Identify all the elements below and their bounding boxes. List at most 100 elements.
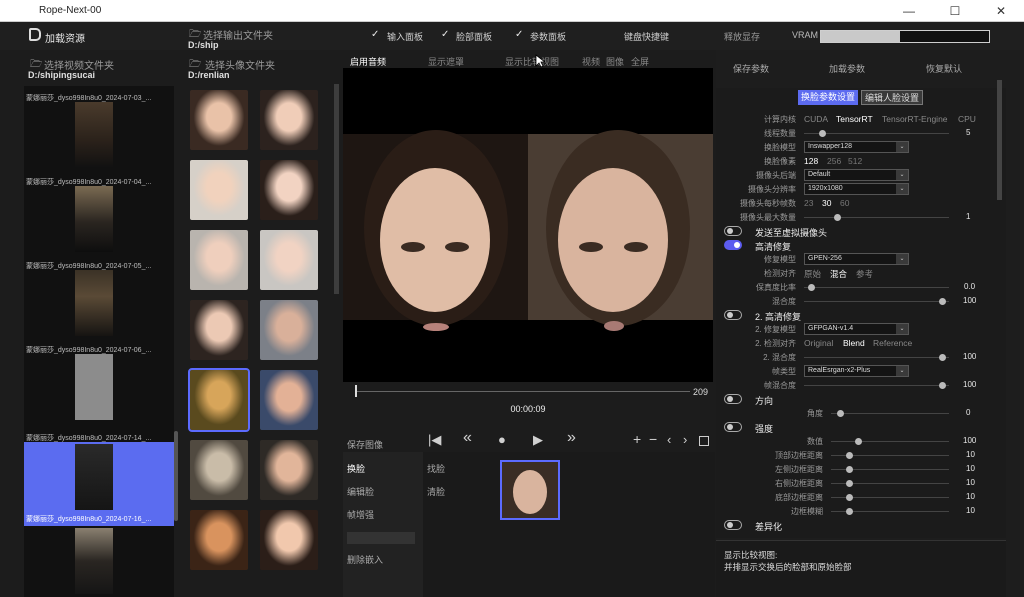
play-icon[interactable]: ▶ — [533, 432, 543, 448]
tab-video[interactable]: 视频 — [582, 55, 600, 68]
face-thumbnail[interactable] — [190, 510, 248, 570]
timeline-slider[interactable]: 209 — [343, 382, 713, 402]
param-panel-check-icon[interactable]: ✓ — [515, 29, 523, 40]
mode-frame-enhance[interactable]: 帧增强 — [347, 508, 374, 521]
tab-image[interactable]: 图像 — [606, 55, 624, 68]
amount-slider[interactable] — [831, 438, 949, 445]
tab-edit-face[interactable]: 编辑人脸设置 — [861, 90, 924, 105]
pixels-256[interactable]: 256 — [827, 156, 841, 166]
slider-knob[interactable] — [855, 438, 862, 445]
restore-model-select[interactable]: GPEN-256 ⌄ — [804, 253, 909, 265]
restore2-toggle[interactable] — [724, 310, 742, 320]
fidelity-slider[interactable] — [804, 284, 949, 291]
tab-enable-audio[interactable]: 启用音频 — [350, 55, 386, 68]
angle-slider[interactable] — [831, 410, 949, 417]
restore-toggle[interactable] — [724, 240, 742, 250]
video-item[interactable] — [24, 526, 174, 597]
align-reference[interactable]: 参考 — [856, 268, 873, 280]
cam-backend-select[interactable]: Default ⌄ — [804, 169, 909, 181]
bottom-border-slider[interactable] — [831, 494, 949, 501]
remove-marker-icon[interactable]: − — [649, 431, 657, 447]
compute-cuda[interactable]: CUDA — [804, 114, 828, 124]
found-face-thumbnail[interactable] — [500, 460, 560, 520]
close-button[interactable]: ✕ — [978, 0, 1024, 22]
slider-knob[interactable] — [834, 214, 841, 221]
restore-defaults-button[interactable]: 恢复默认 — [926, 62, 962, 75]
input-panel-check-icon[interactable]: ✓ — [371, 29, 379, 40]
rewind-icon[interactable]: « — [463, 429, 472, 447]
strength-toggle[interactable] — [724, 422, 742, 432]
timeline-handle[interactable] — [355, 385, 357, 397]
face-thumbnail[interactable] — [190, 440, 248, 500]
tab-fullscreen[interactable]: 全屏 — [631, 55, 649, 68]
load-params-button[interactable]: 加载参数 — [829, 62, 865, 75]
right-border-slider[interactable] — [831, 480, 949, 487]
face-thumbnail[interactable] — [260, 510, 318, 570]
minimize-button[interactable]: — — [886, 0, 932, 22]
tab-show-mask[interactable]: 显示遮罩 — [428, 55, 464, 68]
slider-knob[interactable] — [846, 480, 853, 487]
find-face-button[interactable]: 找脸 — [427, 462, 445, 475]
face-thumbnail[interactable] — [260, 160, 318, 220]
fps-60[interactable]: 60 — [840, 198, 849, 208]
slider-knob[interactable] — [846, 494, 853, 501]
slider-knob[interactable] — [808, 284, 815, 291]
load-resources-button[interactable]: 加载资源 — [45, 30, 85, 45]
face-thumbnail[interactable] — [260, 300, 318, 360]
face-thumbnail[interactable] — [190, 230, 248, 290]
slider-knob[interactable] — [846, 508, 853, 515]
keyboard-shortcuts-button[interactable]: 键盘快捷键 — [624, 30, 669, 43]
face-thumbnail[interactable] — [190, 300, 248, 360]
cam-res-select[interactable]: 1920x1080 ⌄ — [804, 183, 909, 195]
slider-knob[interactable] — [939, 382, 946, 389]
tab-swap-params[interactable]: 换脸参数设置 — [798, 90, 859, 105]
align2-reference[interactable]: Reference — [873, 338, 912, 348]
frame-blend-slider[interactable] — [804, 382, 949, 389]
compute-tensorrt-engine[interactable]: TensorRT-Engine — [882, 114, 948, 124]
mode-edit-face[interactable]: 编辑脸 — [347, 485, 374, 498]
align-original[interactable]: 原始 — [804, 268, 821, 280]
align2-blend[interactable]: Blend — [843, 338, 865, 348]
slider-knob[interactable] — [819, 130, 826, 137]
face-panel-check-icon[interactable]: ✓ — [441, 29, 449, 40]
video-item[interactable]: 蒙娜丽莎_dyso998In8u0_2024-07-05_... — [24, 254, 174, 338]
remove-embed-button[interactable]: 删除嵌入 — [347, 553, 383, 566]
next-marker-icon[interactable]: › — [683, 432, 687, 447]
parameters-scrollbar[interactable] — [997, 80, 1002, 200]
mode-swap-face[interactable]: 换脸 — [347, 462, 365, 475]
clear-face-button[interactable]: 清脸 — [427, 485, 445, 498]
slider-knob[interactable] — [837, 410, 844, 417]
release-vram-button[interactable]: 释放显存 — [724, 30, 760, 43]
save-params-button[interactable]: 保存参数 — [733, 62, 769, 75]
face-panel-toggle[interactable]: 脸部面板 — [456, 30, 492, 43]
diff-toggle[interactable] — [724, 520, 742, 530]
face-thumbnail[interactable] — [260, 230, 318, 290]
orientation-toggle[interactable] — [724, 394, 742, 404]
face-thumbnail[interactable] — [260, 90, 318, 150]
face-grid-scrollbar[interactable] — [334, 84, 339, 294]
prev-marker-icon[interactable]: ‹ — [667, 432, 671, 447]
face-thumbnail[interactable] — [190, 90, 248, 150]
align2-original[interactable]: Original — [804, 338, 833, 348]
compute-cpu[interactable]: CPU — [958, 114, 976, 124]
param-panel-toggle[interactable]: 参数面板 — [530, 30, 566, 43]
fps-23[interactable]: 23 — [804, 198, 813, 208]
slider-knob[interactable] — [939, 354, 946, 361]
blend-slider[interactable] — [804, 298, 949, 305]
fast-forward-icon[interactable]: » — [567, 429, 576, 447]
record-icon[interactable]: ● — [498, 432, 506, 447]
tab-compare-view[interactable]: 显示比较视图 — [505, 55, 559, 68]
input-panel-toggle[interactable]: 输入面板 — [387, 30, 423, 43]
pixels-128[interactable]: 128 — [804, 156, 818, 166]
video-item-selected[interactable]: 蒙娜丽莎_dyso998In8u0_2024-07-14_... 蒙娜丽莎_dy… — [24, 435, 174, 526]
slider-knob[interactable] — [939, 298, 946, 305]
save-marker-icon[interactable] — [699, 436, 709, 446]
restore2-model-select[interactable]: GFPGAN-v1.4 ⌄ — [804, 323, 909, 335]
embed-name-input[interactable] — [347, 532, 415, 544]
compute-tensorrt[interactable]: TensorRT — [836, 114, 873, 124]
video-item[interactable]: 蒙娜丽莎_dyso998In8u0_2024-07-04_... — [24, 170, 174, 254]
top-border-slider[interactable] — [831, 452, 949, 459]
video-list-scrollbar[interactable] — [174, 431, 178, 521]
blend2-slider[interactable] — [804, 354, 949, 361]
video-item[interactable]: 蒙娜丽莎_dyso998In8u0_2024-07-06_... — [24, 338, 174, 422]
